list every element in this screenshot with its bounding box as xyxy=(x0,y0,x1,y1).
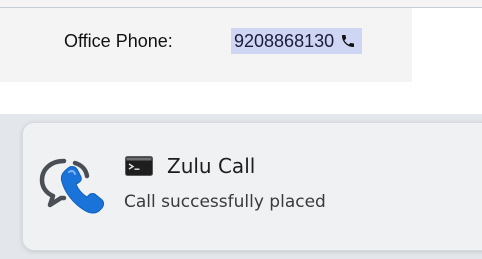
office-phone-number[interactable]: 9208868130 xyxy=(234,28,334,54)
notification-title: Zulu Call xyxy=(167,154,256,178)
phone-icon[interactable] xyxy=(340,33,356,49)
chat-bubble-phone-icon xyxy=(39,158,104,214)
notification-message: Call successfully placed xyxy=(124,192,326,212)
panel-background xyxy=(412,8,482,82)
terminal-icon xyxy=(125,156,153,176)
office-phone-label: Office Phone: xyxy=(64,31,173,51)
office-phone-link[interactable]: 9208868130 xyxy=(231,28,363,54)
divider xyxy=(0,7,482,8)
